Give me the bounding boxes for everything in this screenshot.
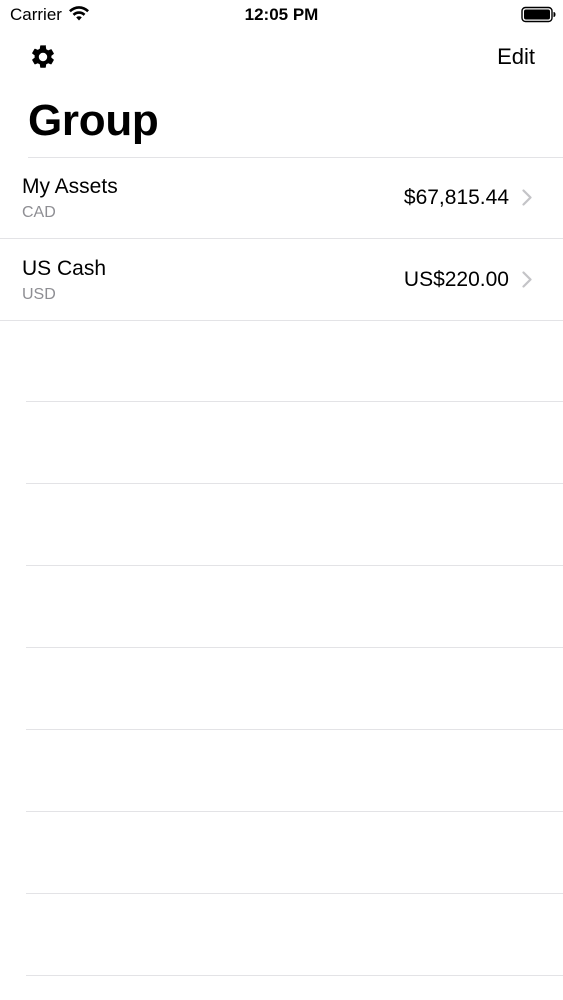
account-list: My Assets CAD $67,815.44 US Cash USD US$… <box>0 157 563 321</box>
account-balance: $67,815.44 <box>403 186 509 209</box>
settings-button[interactable] <box>27 41 59 73</box>
empty-row <box>26 648 563 730</box>
battery-icon <box>521 6 556 23</box>
empty-row <box>26 484 563 566</box>
gear-icon <box>32 45 54 68</box>
account-name: US Cash <box>22 257 107 280</box>
edit-button[interactable]: Edit <box>497 43 535 71</box>
empty-row <box>26 320 563 402</box>
account-row-my-assets[interactable]: My Assets CAD $67,815.44 <box>0 157 563 239</box>
account-currency: CAD <box>22 204 56 221</box>
empty-row <box>26 894 563 976</box>
account-name: My Assets <box>22 175 118 198</box>
empty-row <box>26 566 563 648</box>
account-currency: USD <box>22 286 56 303</box>
empty-row <box>26 812 563 894</box>
chevron-right-icon <box>522 271 532 288</box>
empty-rows <box>0 320 563 976</box>
empty-row <box>26 402 563 484</box>
account-row-us-cash[interactable]: US Cash USD US$220.00 <box>0 239 563 321</box>
page-title: Group <box>28 96 159 145</box>
clock: 12:05 PM <box>244 5 319 24</box>
status-bar: Carrier 12:05 PM <box>0 0 563 30</box>
account-balance: US$220.00 <box>403 268 509 291</box>
chevron-right-icon <box>522 189 532 206</box>
empty-row <box>26 730 563 812</box>
